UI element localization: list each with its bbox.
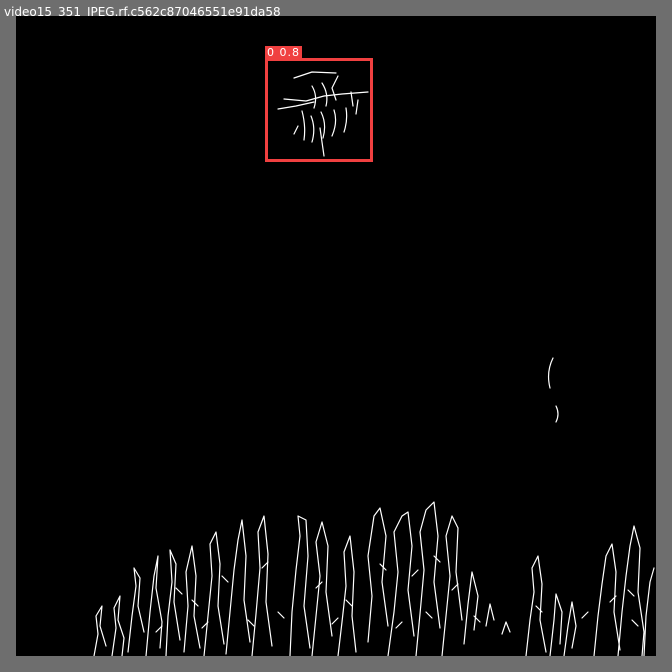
edge-image-canvas: 0 0.8	[16, 16, 656, 656]
detection-bounding-box	[265, 58, 373, 162]
viewer-window: video15_351_JPEG.rf.c562c87046551e91da58	[0, 0, 672, 672]
foliage-edges	[93, 501, 655, 656]
